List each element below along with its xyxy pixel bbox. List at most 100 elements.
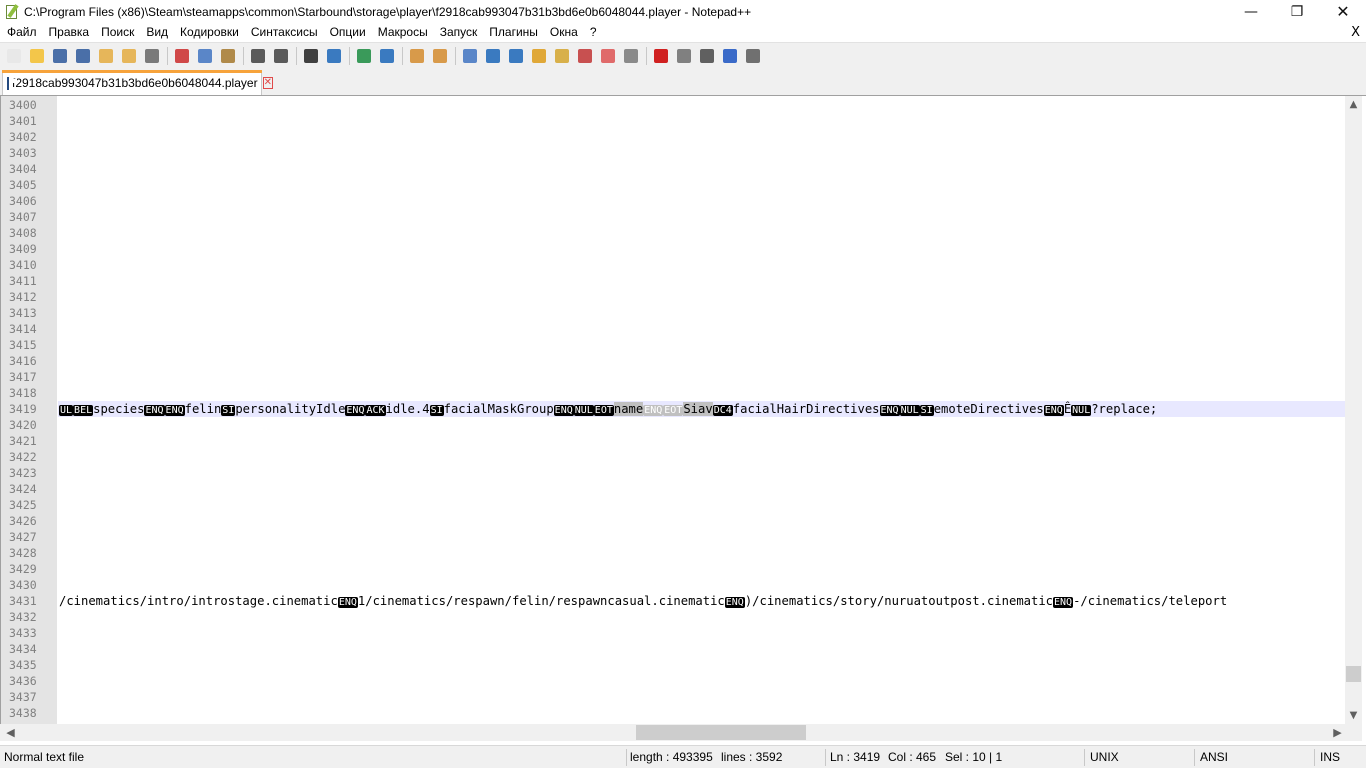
title-bar: C:\Program Files (x86)\Steam\steamapps\c…: [0, 0, 1366, 23]
close-button[interactable]: [96, 46, 116, 66]
show-all-chars-button[interactable]: [483, 46, 503, 66]
cut-button[interactable]: [172, 46, 192, 66]
copy-button[interactable]: [195, 46, 215, 66]
zoom-in-button[interactable]: [354, 46, 374, 66]
copy-icon: [198, 48, 212, 63]
menu-item[interactable]: Вид: [140, 23, 174, 42]
text-token: ?replace;: [1091, 402, 1158, 416]
toolbar-separator: [296, 46, 297, 65]
control-char-token: NUL: [1071, 405, 1092, 416]
menu-item[interactable]: Поиск: [95, 23, 140, 42]
line-number: 3401: [9, 114, 37, 128]
vertical-scroll-thumb[interactable]: [1346, 666, 1361, 682]
menu-item[interactable]: Запуск: [434, 23, 484, 42]
toolbar-separator: [402, 46, 403, 65]
control-char-token: SI: [221, 405, 236, 416]
line-number: 3427: [9, 530, 37, 544]
status-divider: [626, 749, 627, 766]
line-number: 3415: [9, 338, 37, 352]
tab-close-icon[interactable]: ✕: [262, 77, 273, 89]
word-wrap-button[interactable]: [460, 46, 480, 66]
line-number: 3410: [9, 258, 37, 272]
close-all-button[interactable]: [119, 46, 139, 66]
control-char-token: NUL: [573, 405, 594, 416]
run-macro-multiple-icon: [723, 48, 737, 63]
new-file-button[interactable]: [4, 46, 24, 66]
menu-item[interactable]: Окна: [544, 23, 584, 42]
text-token: -/cinematics/teleport: [1073, 594, 1228, 608]
close-window-button[interactable]: ✕: [1320, 0, 1366, 23]
function-list-button[interactable]: [575, 46, 595, 66]
text-token: species: [93, 402, 145, 416]
monitoring-button[interactable]: [621, 46, 641, 66]
code-line-3419[interactable]: UL BELspeciesENQ ENQfelinSIpersonalityIdle…: [59, 401, 1345, 417]
control-char-token: ENQ: [144, 405, 165, 416]
open-file-button[interactable]: [27, 46, 47, 66]
stop-record-button[interactable]: [674, 46, 694, 66]
line-number: 3432: [9, 610, 37, 624]
playback-macro-button[interactable]: [697, 46, 717, 66]
horizontal-scrollbar[interactable]: ◀ ▶: [0, 724, 1362, 741]
minimize-button[interactable]: —: [1228, 0, 1274, 23]
record-macro-button[interactable]: [651, 46, 671, 66]
menu-item[interactable]: Файл: [0, 23, 43, 42]
run-macro-multiple-button[interactable]: [720, 46, 740, 66]
undo-button[interactable]: [248, 46, 268, 66]
vertical-scrollbar[interactable]: ▲ ▼: [1345, 96, 1362, 724]
text-token: facialMaskGroup: [443, 402, 554, 416]
status-divider: [1314, 749, 1315, 766]
close-document-button[interactable]: X: [1351, 23, 1360, 42]
notepad-plus-plus-icon: [4, 3, 20, 20]
tab-bar: f2918cab993047b31b3bd6e0b6048044.player …: [0, 68, 1366, 95]
find-button[interactable]: [301, 46, 321, 66]
menu-item[interactable]: Кодировки: [174, 23, 245, 42]
menu-item[interactable]: Правка: [43, 23, 96, 42]
udl-button[interactable]: [529, 46, 549, 66]
menu-item[interactable]: Плагины: [483, 23, 544, 42]
line-number: 3418: [9, 386, 37, 400]
redo-button[interactable]: [271, 46, 291, 66]
scroll-left-icon[interactable]: ◀: [2, 724, 19, 741]
text-token: 1/cinematics/respawn/felin/respawncasual…: [357, 594, 725, 608]
control-char-token: NUL: [899, 405, 920, 416]
save-all-button[interactable]: [73, 46, 93, 66]
replace-button[interactable]: [324, 46, 344, 66]
status-divider: [1194, 749, 1195, 766]
document-tab[interactable]: f2918cab993047b31b3bd6e0b6048044.player …: [2, 70, 273, 95]
line-number: 3419: [9, 402, 37, 416]
save-macro-button[interactable]: [743, 46, 763, 66]
scroll-up-icon[interactable]: ▲: [1345, 96, 1362, 113]
save-all-icon: [76, 48, 90, 63]
menu-item[interactable]: Синтаксисы: [245, 23, 324, 42]
status-line-number: Ln : 3419: [830, 750, 881, 764]
zoom-out-button[interactable]: [377, 46, 397, 66]
control-char-token: ENQ: [1043, 405, 1064, 416]
undo-icon: [251, 48, 265, 63]
status-eol-format[interactable]: UNIX: [1090, 746, 1119, 768]
zoom-in-icon: [357, 48, 371, 63]
menu-item[interactable]: Опции: [324, 23, 372, 42]
save-button[interactable]: [50, 46, 70, 66]
open-file-icon: [30, 48, 44, 63]
indent-guide-button[interactable]: [506, 46, 526, 66]
doc-map-button[interactable]: [552, 46, 572, 66]
paste-button[interactable]: [218, 46, 238, 66]
menu-item[interactable]: Макросы: [372, 23, 434, 42]
menu-item[interactable]: ?: [584, 23, 603, 42]
close-icon: [99, 48, 113, 63]
folder-workspace-button[interactable]: [598, 46, 618, 66]
sync-vertical-button[interactable]: [407, 46, 427, 66]
redo-icon: [274, 48, 288, 63]
horizontal-scroll-thumb[interactable]: [636, 725, 806, 740]
save-icon: [53, 48, 67, 63]
print-button[interactable]: [142, 46, 162, 66]
control-char-token: ENQ: [879, 405, 900, 416]
scroll-down-icon[interactable]: ▼: [1345, 707, 1362, 724]
status-file-type: Normal text file: [4, 750, 85, 764]
code-line-3431[interactable]: /cinematics/intro/introstage.cinematicEN…: [59, 593, 1345, 609]
maximize-button[interactable]: ❐: [1274, 0, 1320, 23]
scroll-right-icon[interactable]: ▶: [1329, 724, 1346, 741]
status-insert-mode[interactable]: INS: [1320, 746, 1340, 768]
status-encoding[interactable]: ANSI: [1200, 746, 1228, 768]
sync-horizontal-button[interactable]: [430, 46, 450, 66]
